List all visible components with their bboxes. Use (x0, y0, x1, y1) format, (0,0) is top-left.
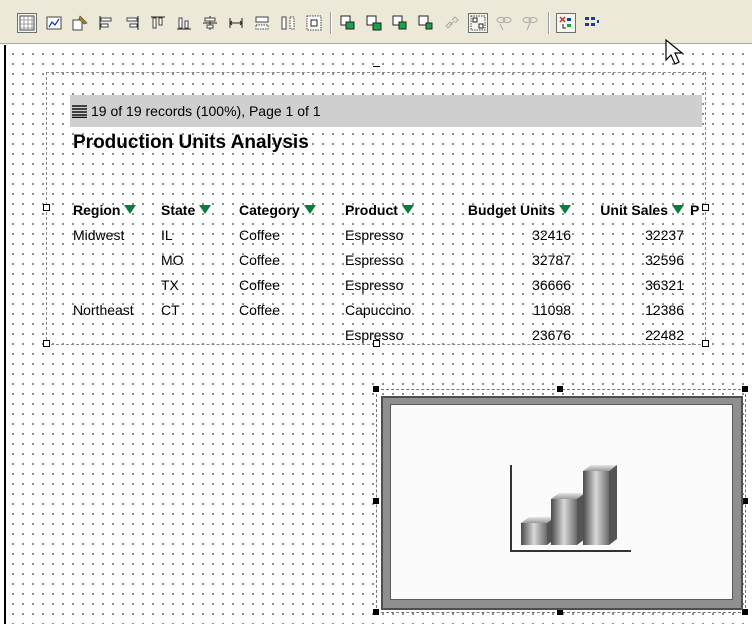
align-left-icon[interactable] (96, 13, 116, 33)
cell-state (158, 322, 236, 347)
cell-product: Espresso (345, 251, 404, 268)
table-row: MO Coffee Espresso 32787 32596 (70, 247, 702, 272)
layout-icon[interactable] (582, 13, 602, 33)
bring-forward-icon[interactable] (390, 13, 410, 33)
cell-unit-sales: 32596 (645, 251, 684, 268)
filter-icon[interactable] (303, 205, 316, 215)
filter-icon[interactable] (672, 205, 684, 215)
cell-region: Midwest (73, 226, 125, 243)
align-right-icon[interactable] (122, 13, 142, 33)
align-middle-icon[interactable] (200, 13, 220, 33)
bring-to-front-icon[interactable] (338, 13, 358, 33)
same-height-icon[interactable] (252, 13, 272, 33)
table-row: Espresso 23676 22482 (70, 322, 702, 347)
cell-state: TX (161, 276, 179, 293)
cell-product: Espresso (345, 276, 404, 293)
toolbar (0, 0, 752, 44)
column-header-budget-units[interactable]: Budget Units (440, 197, 574, 222)
column-header-unit-sales[interactable]: Unit Sales (574, 197, 687, 222)
table-row: Northeast CT Coffee Capuccino 11098 1238… (70, 297, 702, 322)
resize-handle[interactable] (373, 66, 380, 67)
toolbar-separator (548, 12, 550, 34)
filter-icon[interactable] (199, 205, 212, 215)
filter-icon[interactable] (559, 205, 571, 215)
resize-handle[interactable] (702, 204, 709, 211)
bar-chart-icon (510, 465, 631, 552)
center-icon[interactable] (304, 13, 324, 33)
column-header-state[interactable]: State (158, 197, 236, 222)
unjoin-icon[interactable] (520, 13, 540, 33)
column-header-product[interactable]: Product (342, 197, 440, 222)
resize-handle[interactable] (373, 498, 379, 504)
resize-handle[interactable] (742, 386, 748, 392)
mouse-cursor-icon (665, 38, 684, 65)
cell-unit-sales: 12386 (645, 301, 684, 318)
report-table: Region State Category Product Budget Uni… (70, 197, 702, 347)
table-header-row: Region State Category Product Budget Uni… (70, 197, 702, 222)
send-backward-icon[interactable] (416, 13, 436, 33)
cell-budget-units: 11098 (533, 301, 571, 318)
send-to-back-icon[interactable] (364, 13, 384, 33)
chart-wizard-icon[interactable] (44, 13, 64, 33)
cell-budget-units: 32416 (532, 226, 571, 243)
column-header-region[interactable]: Region (70, 197, 158, 222)
cell-region (70, 322, 158, 347)
column-header-category[interactable]: Category (236, 197, 342, 222)
resize-handle[interactable] (43, 204, 50, 211)
same-size-icon[interactable] (278, 13, 298, 33)
link-icon[interactable] (442, 13, 462, 33)
group-icon[interactable] (468, 13, 488, 33)
filter-icon[interactable] (124, 205, 137, 215)
cell-budget-units: 36666 (532, 276, 571, 293)
drill-down-icon[interactable] (556, 13, 576, 33)
align-bottom-icon[interactable] (174, 13, 194, 33)
cell-unit-sales: 22482 (645, 326, 684, 343)
cell-region (70, 247, 158, 272)
resize-handle[interactable] (373, 609, 379, 615)
properties-icon[interactable] (70, 13, 90, 33)
chart-object[interactable] (381, 396, 743, 610)
cell-category: Coffee (239, 226, 280, 243)
cell-state: IL (161, 226, 173, 243)
toolbar-separator (330, 12, 332, 34)
resize-handle[interactable] (557, 386, 563, 392)
cell-budget-units: 23676 (532, 326, 571, 343)
resize-handle[interactable] (373, 386, 379, 392)
cell-category: Coffee (239, 301, 280, 318)
report-title: Production Units Analysis (73, 132, 309, 153)
cell-category (236, 322, 342, 347)
table-row: Midwest IL Coffee Espresso 32416 32237 (70, 222, 702, 247)
cell-region: Northeast (73, 301, 134, 318)
cell-unit-sales: 36321 (645, 276, 684, 293)
record-status-bar: 19 of 19 records (100%), Page 1 of 1 (70, 95, 702, 127)
cell-state: CT (161, 301, 180, 318)
report-clip (46, 346, 708, 360)
cell-state: MO (161, 251, 184, 268)
join-icon[interactable] (494, 13, 514, 33)
cell-product: Espresso (345, 326, 404, 343)
cell-product: Espresso (345, 226, 404, 243)
table-row: TX Coffee Espresso 36666 36321 (70, 272, 702, 297)
same-width-icon[interactable] (226, 13, 246, 33)
cell-budget-units: 32787 (532, 251, 571, 268)
cell-region (70, 272, 158, 297)
column-header-truncated[interactable]: P (687, 197, 702, 222)
cell-unit-sales: 32237 (645, 226, 684, 243)
cell-category: Coffee (239, 251, 280, 268)
filter-icon[interactable] (401, 205, 414, 215)
cell-product: Capuccino (345, 301, 412, 318)
align-top-icon[interactable] (148, 13, 168, 33)
chart-placeholder (390, 404, 733, 600)
record-status-text: 19 of 19 records (100%), Page 1 of 1 (91, 103, 321, 119)
cell-category: Coffee (239, 276, 280, 293)
grid-view-icon[interactable] (17, 13, 37, 33)
canvas-border (4, 45, 6, 624)
records-icon (72, 104, 87, 118)
